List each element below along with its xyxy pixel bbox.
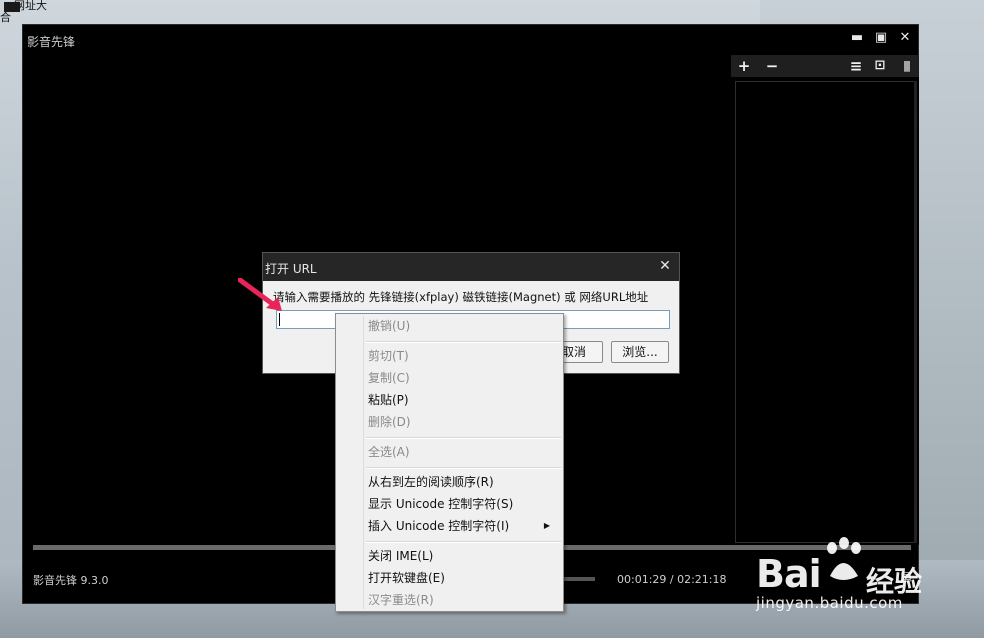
menu-item-soft-keyboard[interactable]: 打开软键盘(E) xyxy=(368,568,558,588)
menu-separator xyxy=(366,467,561,469)
menu-separator xyxy=(366,541,561,543)
context-menu: 撤销(U) 剪切(T) 复制(C) 粘贴(P) 删除(D) 全选(A) 从右到左… xyxy=(335,313,564,612)
time-display: 00:01:29 / 02:21:18 xyxy=(617,573,727,586)
volume-slider[interactable] xyxy=(563,577,595,581)
menu-item-close-ime[interactable]: 关闭 IME(L) xyxy=(368,546,558,566)
dialog-prompt: 请输入需要播放的 先锋链接(xfplay) 磁铁链接(Magnet) 或 网络U… xyxy=(273,290,649,304)
screen-icon[interactable]: ⊡ xyxy=(871,57,889,75)
app-title: 影音先锋 xyxy=(27,35,76,49)
menu-item-delete[interactable]: 删除(D) xyxy=(368,412,558,432)
add-icon[interactable]: + xyxy=(735,57,753,75)
playlist-toolbar: + − ≡ ⊡ ||| xyxy=(731,55,919,77)
menu-separator xyxy=(366,437,561,439)
menu-item-select-all[interactable]: 全选(A) xyxy=(368,442,558,462)
remove-icon[interactable]: − xyxy=(763,57,781,75)
close-icon[interactable]: ✕ xyxy=(898,31,912,45)
playlist-list[interactable] xyxy=(735,81,915,543)
menu-item-copy[interactable]: 复制(C) xyxy=(368,368,558,388)
minimize-icon[interactable]: ▬ xyxy=(850,31,864,45)
watermark-brand: Bai xyxy=(756,552,822,596)
menu-item-reconvert[interactable]: 汉字重选(R) xyxy=(368,590,558,610)
menu-gutter xyxy=(363,316,364,609)
baidu-watermark: Bai 经验 jingyan.baidu.com xyxy=(756,532,946,622)
menu-item-paste[interactable]: 粘贴(P) xyxy=(368,390,558,410)
menu-icon[interactable]: ≡ xyxy=(847,57,865,75)
playlist-scrollbar[interactable] xyxy=(914,81,917,543)
window-controls: ▬ ▣ ✕ xyxy=(850,31,912,45)
maximize-icon[interactable]: ▣ xyxy=(874,31,888,45)
text-caret xyxy=(279,313,280,326)
menu-item-insert-unicode-label: 插入 Unicode 控制字符(I) xyxy=(368,519,510,533)
paw-logo-icon xyxy=(827,537,861,580)
playlist-panel: + − ≡ ⊡ ||| xyxy=(731,55,919,545)
desktop-icon xyxy=(4,2,20,12)
watermark-url: jingyan.baidu.com xyxy=(756,594,903,612)
desktop-label-line2: 合 xyxy=(0,11,11,24)
pointer-arrow-icon xyxy=(238,278,282,311)
menu-item-undo[interactable]: 撤销(U) xyxy=(368,316,558,336)
menu-item-cut[interactable]: 剪切(T) xyxy=(368,346,558,366)
browse-button[interactable]: 浏览... xyxy=(611,341,669,363)
dialog-close-icon[interactable]: ✕ xyxy=(657,258,673,274)
app-version: 影音先锋 9.3.0 xyxy=(33,574,109,587)
menu-separator xyxy=(366,341,561,343)
menu-item-insert-unicode[interactable]: 插入 Unicode 控制字符(I) ▶ xyxy=(368,516,558,536)
menu-item-rtl-order[interactable]: 从右到左的阅读顺序(R) xyxy=(368,472,558,492)
signal-icon[interactable]: ||| xyxy=(897,57,915,75)
dialog-title: 打开 URL xyxy=(265,262,317,276)
dialog-title-bar[interactable]: 打开 URL ✕ xyxy=(263,253,679,281)
submenu-arrow-icon: ▶ xyxy=(543,521,550,530)
menu-item-show-unicode[interactable]: 显示 Unicode 控制字符(S) xyxy=(368,494,558,514)
